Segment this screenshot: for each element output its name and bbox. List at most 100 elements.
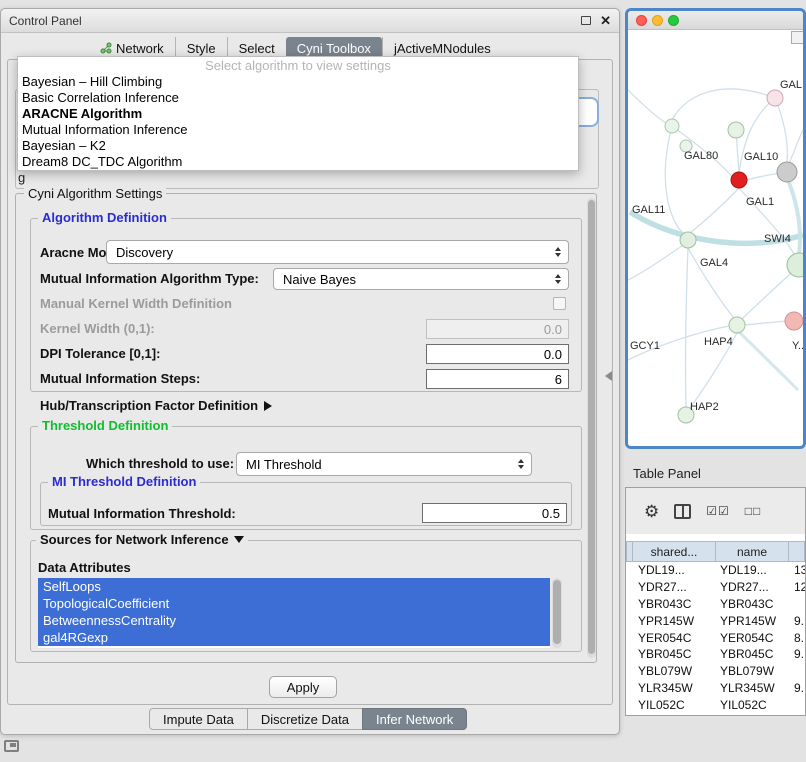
table-header: shared... name xyxy=(626,541,805,562)
node-label: GAL10 xyxy=(744,151,778,163)
dpi-tolerance-label: DPI Tolerance [0,1]: xyxy=(40,346,160,362)
control-panel-title: Control Panel xyxy=(9,14,82,28)
table-panel-title: Table Panel xyxy=(633,466,701,481)
node-label: SWI4 xyxy=(764,233,791,245)
table-row[interactable]: YBR045CYBR045C9. xyxy=(626,646,805,663)
combo-arrows-icon xyxy=(555,274,561,284)
table-row[interactable]: YIL052CYIL052C xyxy=(626,696,805,713)
columns-icon[interactable] xyxy=(674,504,691,519)
algorithm-option-aracne[interactable]: ARACNE Algorithm xyxy=(18,106,578,122)
cyni-algorithm-settings-title: Cyni Algorithm Settings xyxy=(24,186,166,202)
node-gray[interactable] xyxy=(777,162,797,182)
node-label: GAL11 xyxy=(632,204,665,216)
sources-group-toggle[interactable]: Sources for Network Inference xyxy=(36,532,248,548)
select-all-checkboxes-icon[interactable]: ☑☑ xyxy=(706,504,730,518)
hidden-label-fragment: g xyxy=(18,170,25,185)
network-toolbar-fragment[interactable] xyxy=(791,31,804,44)
tab-infer-network[interactable]: Infer Network xyxy=(362,708,467,730)
column-header-shared-name[interactable]: shared... xyxy=(632,541,716,562)
settings-scrollbar[interactable] xyxy=(587,198,596,658)
node-label: GAL1 xyxy=(746,196,774,208)
column-header-partial[interactable] xyxy=(788,541,805,562)
node-green-2[interactable] xyxy=(665,119,679,133)
mi-threshold-field[interactable]: 0.5 xyxy=(422,503,567,523)
node-label: Y... xyxy=(792,340,803,352)
attribute-item-selfloops[interactable]: SelfLoops xyxy=(38,578,550,595)
table-row[interactable]: YER054CYER054C8. xyxy=(626,629,805,646)
titlebar-controls: ✕ xyxy=(581,14,611,27)
tab-network-label: Network xyxy=(116,41,164,56)
algorithm-option-basic-correlation[interactable]: Basic Correlation Inference xyxy=(18,90,578,106)
aracne-mode-select[interactable]: Discovery xyxy=(106,240,569,264)
algorithm-option-mutual-information[interactable]: Mutual Information Inference xyxy=(18,122,578,138)
attributes-list-scrollbar[interactable] xyxy=(552,578,562,648)
node-swi4[interactable] xyxy=(787,253,803,277)
which-threshold-label: Which threshold to use: xyxy=(86,456,234,472)
combo-arrows-icon xyxy=(518,459,524,469)
network-window-titlebar[interactable] xyxy=(628,11,803,30)
attribute-item-betweennesscentrality[interactable]: BetweennessCentrality xyxy=(38,612,550,629)
mi-steps-field[interactable]: 6 xyxy=(426,369,569,389)
control-panel-titlebar[interactable]: Control Panel ✕ xyxy=(1,9,619,33)
attribute-item-topologicalcoefficient[interactable]: TopologicalCoefficient xyxy=(38,595,550,612)
node-pink[interactable] xyxy=(785,312,803,330)
application-root: Control Panel ✕ Network Style xyxy=(0,0,806,762)
sources-group-title: Sources for Network Inference xyxy=(40,532,229,547)
algorithm-option-bayesian-hill-climbing[interactable]: Bayesian – Hill Climbing xyxy=(18,74,578,90)
which-threshold-select[interactable]: MI Threshold xyxy=(236,452,532,476)
expanded-arrow-icon xyxy=(234,536,244,543)
table-row[interactable]: YDR27...YDR27...12 xyxy=(626,579,805,596)
attribute-item-gal4rgexp[interactable]: gal4RGexp xyxy=(38,629,550,646)
node-label: GAL4 xyxy=(700,257,728,269)
clear-all-checkboxes-icon[interactable]: □□ xyxy=(745,504,762,518)
zoom-traffic-light[interactable] xyxy=(668,15,679,26)
restore-panel-icon[interactable] xyxy=(4,740,19,752)
network-graph: GAL... GAL80 GAL10 GAL11 GAL1 SWI4 GAL4 … xyxy=(628,30,803,446)
gear-icon[interactable]: ⚙ xyxy=(644,503,659,520)
table-toolbar: ⚙ ☑☑ □□ xyxy=(626,488,805,534)
algorithm-option-dream8[interactable]: Dream8 DC_TDC Algorithm xyxy=(18,154,578,170)
hub-definition-toggle[interactable]: Hub/Transcription Factor Definition xyxy=(40,398,272,414)
node-gal-top[interactable] xyxy=(767,90,783,106)
column-header-name[interactable]: name xyxy=(715,541,789,562)
table-row[interactable]: YLR345WYLR345W9. xyxy=(626,680,805,697)
float-window-icon[interactable] xyxy=(581,16,591,25)
tab-discretize-data[interactable]: Discretize Data xyxy=(247,708,363,730)
hub-definition-label: Hub/Transcription Factor Definition xyxy=(40,398,258,413)
mi-algorithm-type-select[interactable]: Naive Bayes xyxy=(273,268,569,290)
node-gal10-red[interactable] xyxy=(731,172,747,188)
node-label: HAP4 xyxy=(704,336,733,348)
algorithm-option-bayesian-k2[interactable]: Bayesian – K2 xyxy=(18,138,578,154)
node-hap4[interactable] xyxy=(729,317,745,333)
table-row[interactable]: YBL079WYBL079W xyxy=(626,663,805,680)
node-gal4[interactable] xyxy=(680,232,696,248)
threshold-definition-title: Threshold Definition xyxy=(38,418,172,434)
dpi-tolerance-field[interactable]: 0.0 xyxy=(426,344,569,364)
mi-threshold-label: Mutual Information Threshold: xyxy=(48,506,236,522)
panel-collapse-arrow[interactable] xyxy=(605,371,612,381)
table-row[interactable]: YDL19...YDL19...13 xyxy=(626,562,805,579)
aracne-mode-value: Discovery xyxy=(116,245,173,260)
apply-button[interactable]: Apply xyxy=(269,676,337,698)
minimize-traffic-light[interactable] xyxy=(652,15,663,26)
manual-kernel-width-checkbox[interactable] xyxy=(553,297,566,310)
kernel-width-field[interactable]: 0.0 xyxy=(426,319,569,339)
table-row[interactable]: YBR043CYBR043C xyxy=(626,596,805,613)
close-traffic-light[interactable] xyxy=(636,15,647,26)
tab-cyni-toolbox-label: Cyni Toolbox xyxy=(297,41,371,56)
network-edges xyxy=(628,89,803,408)
tab-jactivemodules-label: jActiveMNodules xyxy=(394,41,491,56)
tab-impute-data[interactable]: Impute Data xyxy=(149,708,248,730)
control-panel-window: Control Panel ✕ Network Style xyxy=(0,8,620,735)
close-icon[interactable]: ✕ xyxy=(600,14,611,27)
tab-select-label: Select xyxy=(239,41,275,56)
mi-algorithm-type-label: Mutual Information Algorithm Type: xyxy=(40,271,259,287)
mi-algorithm-type-value: Naive Bayes xyxy=(283,272,356,287)
network-canvas[interactable]: GAL... GAL80 GAL10 GAL11 GAL1 SWI4 GAL4 … xyxy=(628,30,803,446)
bottom-tabs: Impute Data Discretize Data Infer Networ… xyxy=(149,708,467,730)
tab-style-label: Style xyxy=(187,41,216,56)
node-green-1[interactable] xyxy=(728,122,744,138)
table-row[interactable]: YPR145WYPR145W9. xyxy=(626,612,805,629)
cyni-algorithm-settings-group: Cyni Algorithm Settings Algorithm Defini… xyxy=(15,193,597,663)
table-panel-window: ⚙ ☑☑ □□ shared... name YDL19...YDL19...1… xyxy=(625,487,806,716)
